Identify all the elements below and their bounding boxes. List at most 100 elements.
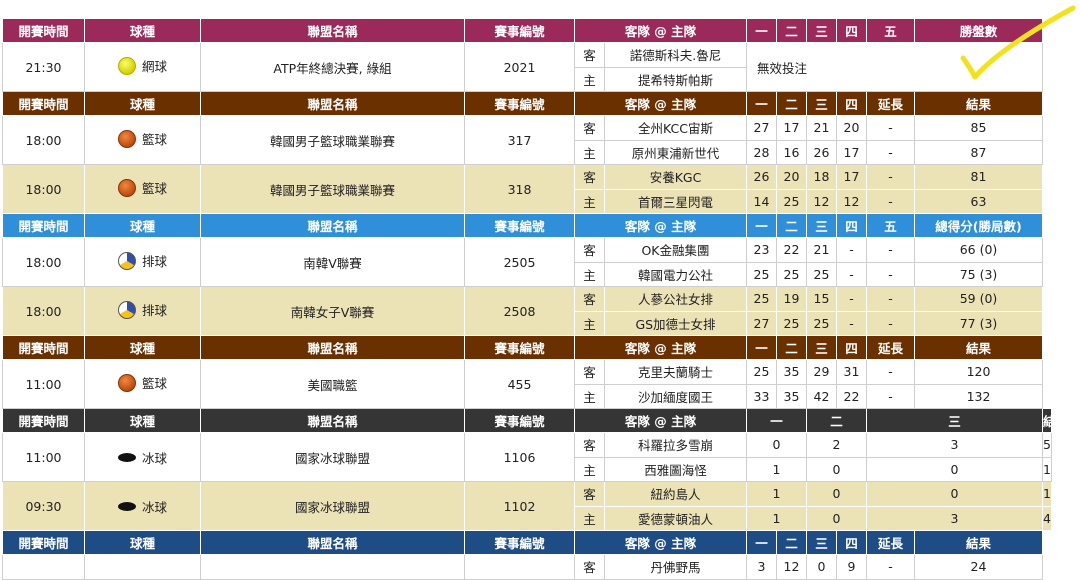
home-label: 主 (574, 505, 605, 531)
away-label: 客 (574, 115, 605, 141)
game-time: 21:30 (2, 42, 85, 92)
header-p1: 一 (746, 530, 777, 555)
score-cell: 26 (746, 164, 777, 190)
score-cell: 17 (776, 115, 807, 141)
score-cell: 26 (806, 139, 837, 165)
score-cell: 21 (806, 237, 837, 263)
score-cell: 27 (746, 310, 777, 336)
score-cell: 0 (806, 554, 837, 580)
header-ot: 延長 (866, 335, 915, 360)
header-p1: 一 (746, 213, 777, 238)
header-league: 聯盟名稱 (200, 91, 465, 116)
header-result: 結果 (1042, 408, 1052, 433)
result-cell: 1 (1042, 456, 1052, 482)
result-cell: 5 (1042, 432, 1052, 458)
home-label: 主 (574, 66, 605, 92)
tennis-ball-icon (117, 56, 136, 75)
score-cell: 23 (746, 237, 777, 263)
header-sport: 球種 (84, 335, 201, 360)
table-row: 09:30 冰球 國家冰球聯盟 1102 客 紐約島人 1 0 0 1 (2, 481, 1052, 531)
game-sport: 冰球 (84, 481, 201, 531)
home-label: 主 (574, 188, 605, 214)
header-result: 結果 (914, 530, 1043, 555)
header-p2: 二 (776, 335, 807, 360)
game-league: 國家冰球聯盟 (200, 481, 465, 531)
score-cell: 17 (836, 139, 867, 165)
home-label: 主 (574, 310, 605, 336)
away-label: 客 (574, 554, 605, 580)
header-p2: 二 (806, 408, 867, 433)
header-row-basketball: 開賽時間 球種 聯盟名稱 賽事編號 客隊 @ 主隊 一 二 三 四 延長 結果 (2, 91, 1052, 116)
score-cell: - (866, 115, 915, 141)
game-league: 韓國男子籃球職業聯賽 (200, 164, 465, 214)
scores-table: 開賽時間 球種 聯盟名稱 賽事編號 客隊 @ 主隊 一 二 三 四 五 勝盤數 … (2, 18, 1052, 580)
home-team: 西雅圖海怪 (604, 456, 747, 482)
header-row-volleyball: 開賽時間 球種 聯盟名稱 賽事編號 客隊 @ 主隊 一 二 三 四 五 總得分(… (2, 213, 1052, 238)
score-cell: 28 (746, 139, 777, 165)
score-cell: - (866, 554, 915, 580)
away-label: 客 (574, 432, 605, 458)
game-sport: 冰球 (84, 432, 201, 482)
game-id: 455 (464, 359, 575, 409)
header-teams: 客隊 @ 主隊 (574, 335, 747, 360)
header-row-basketball-2: 開賽時間 球種 聯盟名稱 賽事編號 客隊 @ 主隊 一 二 三 四 延長 結果 (2, 530, 1052, 555)
home-label: 主 (574, 456, 605, 482)
score-cell: 1 (746, 456, 807, 482)
game-league: 美國職籃 (200, 359, 465, 409)
game-time: 18:00 (2, 115, 85, 165)
header-league: 聯盟名稱 (200, 18, 465, 43)
header-ot: 延長 (866, 530, 915, 555)
home-team: 提希特斯帕斯 (604, 66, 747, 92)
game-sport: 網球 (84, 42, 201, 92)
score-cell: 3 (866, 432, 1043, 458)
away-label: 客 (574, 481, 605, 507)
hockey-puck-icon (117, 501, 136, 511)
hockey-puck-icon (117, 452, 136, 462)
score-cell: - (866, 359, 915, 385)
score-cell: 12 (776, 554, 807, 580)
header-league: 聯盟名稱 (200, 213, 465, 238)
table-row: 18:00 籃球 韓國男子籃球職業聯賽 317 客 全州KCC宙斯 27 17 … (2, 115, 1052, 165)
score-cell: 20 (776, 164, 807, 190)
header-p5: 五 (866, 18, 915, 43)
header-time: 開賽時間 (2, 408, 85, 433)
away-team: 克里夫蘭騎士 (604, 359, 747, 385)
game-time: 18:00 (2, 237, 85, 287)
score-cell: 22 (836, 383, 867, 409)
away-team: OK金融集團 (604, 237, 747, 263)
header-sport: 球種 (84, 213, 201, 238)
result-cell: 24 (914, 554, 1043, 580)
invalid-bet-note: 無效投注 (746, 42, 1043, 92)
header-p3: 三 (866, 408, 1043, 433)
game-id: 1102 (464, 481, 575, 531)
score-cell: - (866, 237, 915, 263)
score-cell: 25 (776, 188, 807, 214)
header-time: 開賽時間 (2, 18, 85, 43)
header-id: 賽事編號 (464, 213, 575, 238)
game-sport: 籃球 (84, 359, 201, 409)
table-row: 11:00 籃球 美國職籃 455 客 克里夫蘭騎士 25 35 29 31 -… (2, 359, 1052, 409)
header-id: 賽事編號 (464, 408, 575, 433)
score-cell: 2 (806, 432, 867, 458)
game-time: 11:00 (2, 359, 85, 409)
basketball-icon (117, 129, 136, 148)
result-cell: 66 (0) (914, 237, 1043, 263)
score-cell: 3 (866, 505, 1043, 531)
header-p2: 二 (776, 18, 807, 43)
home-team: GS加德士女排 (604, 310, 747, 336)
header-row-tennis: 開賽時間 球種 聯盟名稱 賽事編號 客隊 @ 主隊 一 二 三 四 五 勝盤數 (2, 18, 1052, 43)
header-sport: 球種 (84, 408, 201, 433)
score-cell: 0 (806, 456, 867, 482)
header-p4: 四 (836, 91, 867, 116)
away-team: 全州KCC宙斯 (604, 115, 747, 141)
result-cell: 132 (914, 383, 1043, 409)
header-time: 開賽時間 (2, 335, 85, 360)
header-sport: 球種 (84, 18, 201, 43)
header-p3: 三 (806, 335, 837, 360)
header-id: 賽事編號 (464, 530, 575, 555)
score-cell: - (866, 261, 915, 287)
score-cell: 0 (806, 481, 867, 507)
header-teams: 客隊 @ 主隊 (574, 18, 747, 43)
header-p1: 一 (746, 408, 807, 433)
score-cell: 33 (746, 383, 777, 409)
